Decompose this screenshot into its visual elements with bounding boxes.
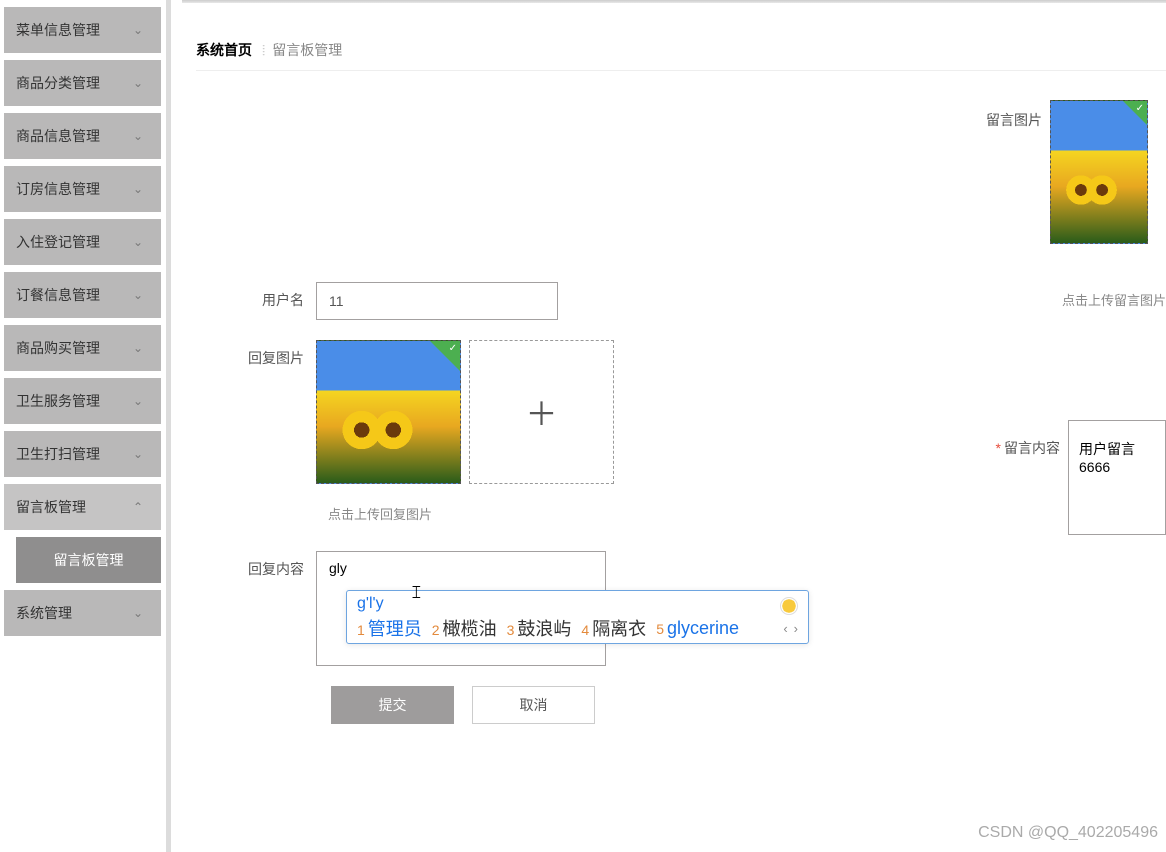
menu-label: 系统管理 (16, 603, 72, 623)
message-content-label: *留言内容 (996, 420, 1068, 458)
menu-label: 入住登记管理 (16, 232, 100, 252)
ime-nav: ‹ › (783, 621, 798, 636)
reply-image-preview[interactable]: ✓ (316, 340, 461, 484)
text-cursor-icon: 𝙸 (410, 582, 411, 602)
submenu-item-liuyanban[interactable]: 留言板管理 (16, 537, 161, 583)
submenu-label: 留言板管理 (54, 550, 124, 570)
reply-content-label: 回复内容 (196, 551, 316, 579)
menu-item-shangpinfenlei[interactable]: 商品分类管理 ⌄ (4, 60, 161, 106)
ime-candidate-4[interactable]: 4 隔离衣 (581, 615, 646, 641)
chevron-down-icon: ⌄ (133, 447, 143, 461)
ime-candidate-2[interactable]: 2 橄榄油 (432, 615, 497, 641)
breadcrumb: 系统首页 ⦙⦙ 留言板管理 (196, 40, 342, 60)
menu-label: 菜单信息管理 (16, 20, 100, 40)
chevron-down-icon: ⌄ (133, 394, 143, 408)
chevron-down-icon: ⌄ (133, 235, 143, 249)
breadcrumb-home[interactable]: 系统首页 (196, 40, 252, 60)
top-strip (182, 0, 1166, 3)
menu-label: 卫生服务管理 (16, 391, 100, 411)
username-label: 用户名 (196, 282, 316, 310)
ime-candidate-3[interactable]: 3 鼓浪屿 (507, 615, 572, 641)
chevron-up-icon: ⌃ (133, 500, 143, 514)
ime-candidates: 1 管理员 2 橄榄油 3 鼓浪屿 4 隔离衣 5 glycerine ‹ › (347, 613, 808, 645)
ime-next-icon[interactable]: › (794, 621, 798, 636)
check-icon: ✓ (1136, 103, 1144, 114)
reply-image-label: 回复图片 (196, 340, 316, 368)
menu-item-shangpinxinxi[interactable]: 商品信息管理 ⌄ (4, 113, 161, 159)
chevron-down-icon: ⌄ (133, 23, 143, 37)
chevron-down-icon: ⌄ (133, 76, 143, 90)
breadcrumb-underline (196, 70, 1166, 71)
menu-label: 商品分类管理 (16, 73, 100, 93)
menu-item-ruzhu[interactable]: 入住登记管理 ⌄ (4, 219, 161, 265)
sidebar-divider (166, 0, 171, 852)
menu-label: 留言板管理 (16, 497, 86, 517)
chevron-down-icon: ⌄ (133, 288, 143, 302)
message-image-hint: 点击上传留言图片 (986, 290, 1166, 309)
menu-item-caidan[interactable]: 菜单信息管理 ⌄ (4, 7, 161, 53)
message-image-label: 留言图片 (986, 100, 1050, 130)
breadcrumb-current: 留言板管理 (272, 40, 342, 60)
submit-button[interactable]: 提交 (331, 686, 454, 724)
menu-item-dingcan[interactable]: 订餐信息管理 ⌄ (4, 272, 161, 318)
chevron-down-icon: ⌄ (133, 182, 143, 196)
chevron-down-icon: ⌄ (133, 129, 143, 143)
message-image-preview[interactable]: ✓ (1050, 100, 1148, 244)
menu-label: 商品购买管理 (16, 338, 100, 358)
row-message-image: 留言图片 ✓ (986, 100, 1166, 244)
menu-label: 商品信息管理 (16, 126, 100, 146)
menu-label: 订房信息管理 (16, 179, 100, 199)
ime-candidate-5[interactable]: 5 glycerine (656, 618, 739, 639)
username-input[interactable] (316, 282, 558, 320)
cancel-button[interactable]: 取消 (472, 686, 595, 724)
ime-prev-icon[interactable]: ‹ (783, 621, 787, 636)
upload-reply-image-button[interactable]: ＋ (469, 340, 614, 484)
chevron-down-icon: ⌄ (133, 606, 143, 620)
message-content-textarea[interactable] (1068, 420, 1166, 535)
menu-item-weishengfuwu[interactable]: 卫生服务管理 ⌄ (4, 378, 161, 424)
sidebar: 菜单信息管理 ⌄ 商品分类管理 ⌄ 商品信息管理 ⌄ 订房信息管理 ⌄ 入住登记… (0, 0, 166, 852)
menu-item-xitong[interactable]: 系统管理 ⌄ (4, 590, 161, 636)
watermark: CSDN @QQ_402205496 (978, 824, 1158, 842)
plus-icon: ＋ (525, 389, 557, 435)
menu-label: 卫生打扫管理 (16, 444, 100, 464)
menu-item-liuyanban[interactable]: 留言板管理 ⌃ (4, 484, 161, 530)
row-message-content: *留言内容 (996, 420, 1166, 535)
ime-candidate-1[interactable]: 1 管理员 (357, 615, 422, 641)
button-row: 提交 取消 (331, 686, 1166, 724)
menu-item-goumai[interactable]: 商品购买管理 ⌄ (4, 325, 161, 371)
check-icon: ✓ (449, 343, 457, 354)
menu-label: 订餐信息管理 (16, 285, 100, 305)
right-column: 留言图片 ✓ 点击上传留言图片 (986, 100, 1166, 309)
menu-item-dingfang[interactable]: 订房信息管理 ⌄ (4, 166, 161, 212)
menu-item-weishengdasao[interactable]: 卫生打扫管理 ⌄ (4, 431, 161, 477)
ime-logo-icon (780, 597, 798, 615)
required-star-icon: * (996, 440, 1001, 456)
chevron-down-icon: ⌄ (133, 341, 143, 355)
